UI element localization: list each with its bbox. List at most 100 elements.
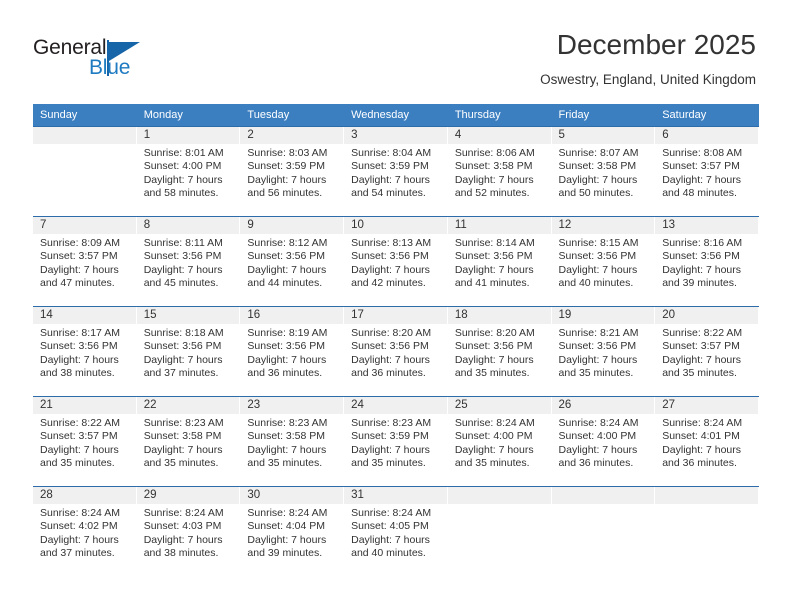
calendar-day-cell[interactable]: 25 Sunrise: 8:24 AM Sunset: 4:00 PM Dayligh… (447, 396, 552, 487)
calendar-day-cell[interactable]: 19 Sunrise: 8:21 AM Sunset: 3:56 PM Dayligh… (551, 306, 656, 397)
weekday-header-thursday: Thursday (447, 104, 552, 127)
calendar-day-cell[interactable]: 10 Sunrise: 8:13 AM Sunset: 3:56 PM Dayligh… (344, 216, 448, 307)
day-number: 27 (655, 397, 758, 414)
calendar-body: 1 Sunrise: 8:01 AM Sunset: 4:00 PM Daylight… (33, 126, 759, 576)
day-number: 15 (136, 307, 240, 324)
sunset-text: Sunset: 4:00 PM (454, 430, 533, 443)
calendar-day-cell[interactable]: 20 Sunrise: 8:22 AM Sunset: 3:57 PM Dayligh… (655, 306, 759, 397)
general-blue-logo[interactable]: General Blue (33, 36, 223, 86)
day-details: Sunrise: 8:15 AM Sunset: 3:56 PM Daylight:… (552, 234, 655, 291)
sunrise-text: Sunrise: 8:22 AM (40, 417, 120, 429)
daylight-text-line1: Daylight: 7 hours (247, 173, 327, 186)
day-details: Sunrise: 8:08 AM Sunset: 3:57 PM Daylight:… (655, 144, 758, 201)
calendar-day-cell[interactable]: 11 Sunrise: 8:14 AM Sunset: 3:56 PM Dayligh… (447, 216, 552, 307)
calendar-day-content: 3 Sunrise: 8:04 AM Sunset: 3:59 PM Daylight… (344, 127, 448, 216)
sunrise-text: Sunrise: 8:24 AM (558, 417, 639, 429)
sunset-text: Sunset: 4:05 PM (351, 520, 429, 533)
daylight-text-line2: and 48 minutes. (662, 187, 737, 200)
calendar-day-cell[interactable]: 15 Sunrise: 8:18 AM Sunset: 3:56 PM Dayligh… (136, 306, 241, 397)
sunrise-text: Sunrise: 8:18 AM (143, 327, 224, 339)
day-number: 2 (240, 127, 344, 144)
daylight-text-line1: Daylight: 7 hours (143, 173, 223, 186)
sunset-text: Sunset: 4:04 PM (247, 520, 326, 533)
calendar-day-cell[interactable]: 3 Sunrise: 8:04 AM Sunset: 3:59 PM Daylight… (344, 126, 448, 217)
sunset-text: Sunset: 3:56 PM (40, 340, 118, 353)
sunset-text: Sunset: 3:58 PM (454, 160, 533, 173)
calendar-day-cell[interactable]: 1 Sunrise: 8:01 AM Sunset: 4:00 PM Daylight… (136, 126, 241, 217)
daylight-text-line2: and 35 minutes. (558, 367, 634, 380)
calendar-day-cell[interactable]: 12 Sunrise: 8:15 AM Sunset: 3:56 PM Dayligh… (551, 216, 656, 307)
calendar-day-cell[interactable]: 24 Sunrise: 8:23 AM Sunset: 3:59 PM Dayligh… (344, 396, 448, 487)
weekday-header-tuesday: Tuesday (240, 104, 345, 127)
day-details: Sunrise: 8:21 AM Sunset: 3:56 PM Daylight:… (552, 324, 655, 381)
calendar-day-cell[interactable]: 17 Sunrise: 8:20 AM Sunset: 3:56 PM Dayligh… (344, 306, 448, 397)
calendar-day-content: 31 Sunrise: 8:24 AM Sunset: 4:05 PM Dayligh… (344, 487, 448, 576)
daylight-text-line2: and 56 minutes. (247, 187, 323, 200)
calendar-day-cell[interactable]: 23 Sunrise: 8:23 AM Sunset: 3:58 PM Dayligh… (240, 396, 345, 487)
sunset-text: Sunset: 4:03 PM (143, 520, 222, 533)
calendar-week-row: 1 Sunrise: 8:01 AM Sunset: 4:00 PM Daylight… (33, 126, 759, 217)
daylight-text-line1: Daylight: 7 hours (40, 533, 119, 546)
calendar-empty-cell (447, 487, 552, 576)
calendar-day-cell[interactable]: 27 Sunrise: 8:24 AM Sunset: 4:01 PM Dayligh… (655, 396, 759, 487)
sunset-text: Sunset: 3:56 PM (558, 250, 637, 263)
calendar-day-cell[interactable]: 29 Sunrise: 8:24 AM Sunset: 4:03 PM Dayligh… (136, 486, 241, 576)
sunset-text: Sunset: 3:56 PM (247, 340, 326, 353)
daylight-text-line2: and 40 minutes. (351, 547, 426, 560)
calendar-day-cell[interactable]: 22 Sunrise: 8:23 AM Sunset: 3:58 PM Dayligh… (136, 396, 241, 487)
calendar-day-cell[interactable]: 9 Sunrise: 8:12 AM Sunset: 3:56 PM Daylight… (240, 216, 345, 307)
calendar-day-content: 19 Sunrise: 8:21 AM Sunset: 3:56 PM Dayligh… (551, 307, 656, 396)
daylight-text-line2: and 37 minutes. (40, 547, 115, 560)
calendar-day-content: 11 Sunrise: 8:14 AM Sunset: 3:56 PM Dayligh… (447, 217, 552, 306)
daylight-text-line1: Daylight: 7 hours (247, 533, 327, 546)
logo-text-blue: Blue (89, 56, 131, 79)
sunset-text: Sunset: 3:56 PM (351, 250, 429, 263)
sunrise-text: Sunrise: 8:11 AM (143, 237, 223, 249)
calendar-day-cell[interactable]: 21 Sunrise: 8:22 AM Sunset: 3:57 PM Dayligh… (33, 396, 137, 487)
calendar-day-cell[interactable]: 6 Sunrise: 8:08 AM Sunset: 3:57 PM Daylight… (655, 126, 759, 217)
daylight-text-line1: Daylight: 7 hours (143, 353, 223, 366)
weekday-header-friday: Friday (551, 104, 656, 127)
calendar-day-content: 15 Sunrise: 8:18 AM Sunset: 3:56 PM Dayligh… (136, 307, 241, 396)
calendar-day-content: 26 Sunrise: 8:24 AM Sunset: 4:00 PM Dayligh… (551, 397, 656, 486)
calendar-day-cell[interactable]: 31 Sunrise: 8:24 AM Sunset: 4:05 PM Dayligh… (344, 486, 448, 576)
calendar-day-cell[interactable]: 2 Sunrise: 8:03 AM Sunset: 3:59 PM Daylight… (240, 126, 345, 217)
day-number: 21 (33, 397, 136, 414)
day-number: 23 (240, 397, 344, 414)
page-title: December 2025 (556, 29, 756, 60)
calendar-day-cell[interactable]: 14 Sunrise: 8:17 AM Sunset: 3:56 PM Dayligh… (33, 306, 137, 397)
calendar-day-content: 1 Sunrise: 8:01 AM Sunset: 4:00 PM Daylight… (136, 127, 241, 216)
daylight-text-line1: Daylight: 7 hours (662, 173, 742, 186)
calendar-day-cell[interactable]: 5 Sunrise: 8:07 AM Sunset: 3:58 PM Daylight… (551, 126, 656, 217)
calendar-day-cell[interactable]: 13 Sunrise: 8:16 AM Sunset: 3:56 PM Dayligh… (655, 216, 759, 307)
sunrise-text: Sunrise: 8:17 AM (40, 327, 120, 339)
calendar-week-row: 14 Sunrise: 8:17 AM Sunset: 3:56 PM Dayligh… (33, 306, 759, 397)
sunrise-text: Sunrise: 8:19 AM (247, 327, 328, 339)
day-details: Sunrise: 8:03 AM Sunset: 3:59 PM Daylight:… (240, 144, 343, 201)
calendar-day-cell (551, 486, 656, 576)
day-details: Sunrise: 8:04 AM Sunset: 3:59 PM Daylight:… (344, 144, 447, 201)
day-number: 28 (33, 487, 136, 504)
sunrise-text: Sunrise: 8:24 AM (40, 507, 120, 519)
calendar-day-cell[interactable]: 4 Sunrise: 8:06 AM Sunset: 3:58 PM Daylight… (447, 126, 552, 217)
day-details: Sunrise: 8:22 AM Sunset: 3:57 PM Daylight:… (655, 324, 758, 381)
day-details: Sunrise: 8:19 AM Sunset: 3:56 PM Daylight:… (240, 324, 343, 381)
sunset-text: Sunset: 3:56 PM (558, 340, 637, 353)
calendar-day-cell[interactable]: 30 Sunrise: 8:24 AM Sunset: 4:04 PM Dayligh… (240, 486, 345, 576)
calendar-day-cell[interactable]: 7 Sunrise: 8:09 AM Sunset: 3:57 PM Daylight… (33, 216, 137, 307)
daylight-text-line1: Daylight: 7 hours (454, 173, 534, 186)
day-number: 8 (136, 217, 240, 234)
calendar-day-cell[interactable]: 8 Sunrise: 8:11 AM Sunset: 3:56 PM Daylight… (136, 216, 241, 307)
calendar-day-content: 6 Sunrise: 8:08 AM Sunset: 3:57 PM Daylight… (655, 127, 759, 216)
calendar-day-cell[interactable]: 18 Sunrise: 8:20 AM Sunset: 3:56 PM Dayligh… (447, 306, 552, 397)
calendar-day-cell[interactable]: 28 Sunrise: 8:24 AM Sunset: 4:02 PM Dayligh… (33, 486, 137, 576)
calendar-day-cell[interactable]: 26 Sunrise: 8:24 AM Sunset: 4:00 PM Dayligh… (551, 396, 656, 487)
calendar-day-cell[interactable]: 16 Sunrise: 8:19 AM Sunset: 3:56 PM Dayligh… (240, 306, 345, 397)
sunset-text: Sunset: 4:00 PM (143, 160, 222, 173)
day-number: 25 (447, 397, 551, 414)
daylight-text-line2: and 44 minutes. (247, 277, 323, 290)
calendar-day-content: 14 Sunrise: 8:17 AM Sunset: 3:56 PM Dayligh… (33, 307, 137, 396)
day-number (655, 487, 758, 504)
sunset-text: Sunset: 3:56 PM (143, 250, 222, 263)
daylight-text-line2: and 38 minutes. (40, 367, 115, 380)
